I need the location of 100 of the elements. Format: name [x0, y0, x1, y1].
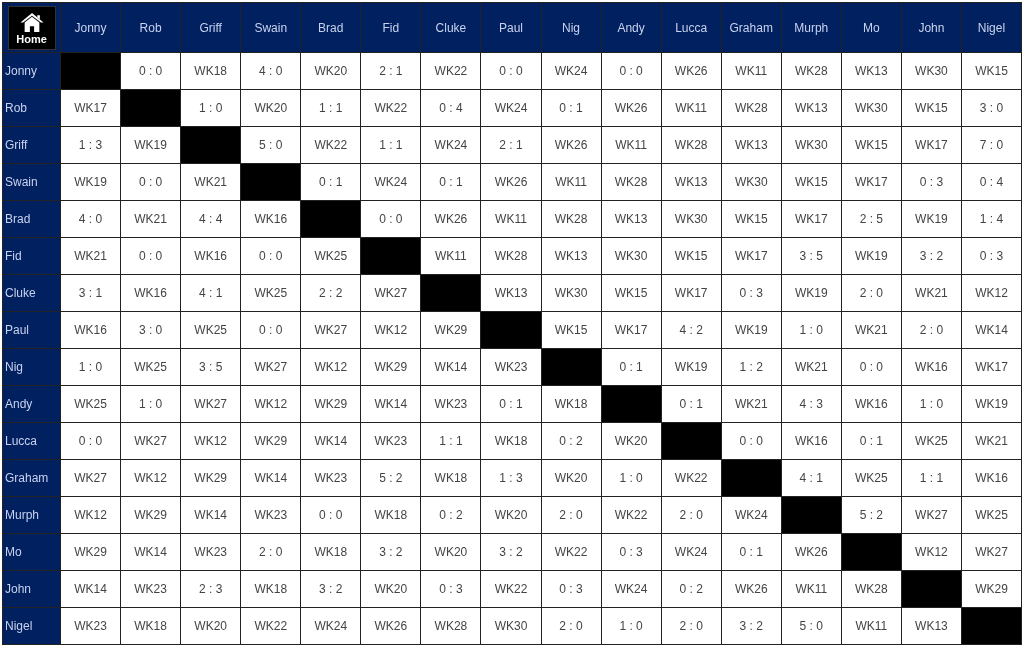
- table-cell: WK27: [60, 459, 121, 497]
- table-cell: WK20: [541, 459, 602, 497]
- blocked-cell: [240, 163, 301, 201]
- table-cell: 2 : 0: [240, 533, 301, 571]
- row-header: Griff: [2, 126, 61, 164]
- table-cell: WK28: [541, 200, 602, 238]
- table-cell: 1 : 3: [60, 126, 121, 164]
- blocked-cell: [360, 237, 421, 275]
- table-cell: WK20: [180, 607, 241, 645]
- table-cell: 3 : 2: [901, 237, 962, 275]
- table-cell: 0 : 0: [120, 237, 181, 275]
- table-cell: 2 : 0: [841, 274, 902, 312]
- table-cell: WK27: [300, 311, 361, 349]
- table-cell: 1 : 1: [901, 459, 962, 497]
- table-cell: WK21: [901, 274, 962, 312]
- table-cell: WK16: [901, 348, 962, 386]
- row-header: Fid: [2, 237, 61, 275]
- table-cell: 2 : 0: [661, 496, 722, 534]
- row-header: John: [2, 570, 61, 608]
- column-header: Swain: [240, 2, 301, 53]
- table-cell: WK26: [721, 570, 782, 608]
- table-cell: WK22: [541, 533, 602, 571]
- table-cell: WK12: [360, 311, 421, 349]
- table-cell: 0 : 0: [120, 163, 181, 201]
- table-cell: WK29: [360, 348, 421, 386]
- table-cell: WK25: [240, 274, 301, 312]
- table-cell: 1 : 1: [420, 422, 481, 460]
- table-cell: 3 : 2: [300, 570, 361, 608]
- table-cell: WK29: [240, 422, 301, 460]
- table-cell: 0 : 3: [601, 533, 662, 571]
- table-cell: 1 : 0: [180, 89, 241, 127]
- table-cell: 0 : 0: [60, 422, 121, 460]
- table-cell: WK28: [480, 237, 541, 275]
- table-cell: WK19: [60, 163, 121, 201]
- table-cell: WK15: [541, 311, 602, 349]
- table-cell: WK24: [420, 126, 481, 164]
- table-cell: 0 : 0: [480, 52, 541, 90]
- table-cell: WK25: [961, 496, 1022, 534]
- row-header: Mo: [2, 533, 61, 571]
- table-cell: WK21: [781, 348, 842, 386]
- table-cell: 2 : 0: [901, 311, 962, 349]
- table-cell: 0 : 4: [961, 163, 1022, 201]
- table-cell: WK30: [721, 163, 782, 201]
- table-cell: 4 : 1: [781, 459, 842, 497]
- table-cell: 2 : 1: [480, 126, 541, 164]
- table-cell: WK30: [901, 52, 962, 90]
- table-cell: 5 : 2: [841, 496, 902, 534]
- table-cell: WK18: [240, 570, 301, 608]
- table-cell: WK18: [180, 52, 241, 90]
- table-cell: 0 : 0: [360, 200, 421, 238]
- table-cell: 7 : 0: [961, 126, 1022, 164]
- table-cell: WK12: [240, 385, 301, 423]
- table-cell: 1 : 0: [120, 385, 181, 423]
- table-cell: WK25: [901, 422, 962, 460]
- table-cell: WK11: [661, 89, 722, 127]
- table-cell: 1 : 4: [961, 200, 1022, 238]
- column-header: Murph: [781, 2, 842, 53]
- table-cell: WK18: [300, 533, 361, 571]
- home-button[interactable]: Home: [7, 5, 56, 50]
- blocked-cell: [420, 274, 481, 312]
- table-cell: WK16: [961, 459, 1022, 497]
- blocked-cell: [480, 311, 541, 349]
- table-cell: WK13: [901, 607, 962, 645]
- table-cell: WK16: [841, 385, 902, 423]
- table-cell: WK25: [120, 348, 181, 386]
- blocked-cell: [901, 570, 962, 608]
- blocked-cell: [120, 89, 181, 127]
- table-cell: 0 : 3: [721, 274, 782, 312]
- table-cell: 0 : 0: [300, 496, 361, 534]
- column-header: John: [901, 2, 962, 53]
- table-cell: WK22: [360, 89, 421, 127]
- table-cell: WK27: [961, 533, 1022, 571]
- table-cell: WK17: [781, 200, 842, 238]
- table-cell: WK20: [420, 533, 481, 571]
- table-cell: WK24: [541, 52, 602, 90]
- blocked-cell: [541, 348, 602, 386]
- table-cell: WK24: [661, 533, 722, 571]
- table-cell: WK24: [360, 163, 421, 201]
- column-header: Nigel: [961, 2, 1022, 53]
- table-cell: WK26: [480, 163, 541, 201]
- row-header: Paul: [2, 311, 61, 349]
- table-cell: WK28: [721, 89, 782, 127]
- table-cell: WK21: [721, 385, 782, 423]
- table-cell: WK23: [360, 422, 421, 460]
- table-cell: 0 : 1: [300, 163, 361, 201]
- table-cell: 4 : 0: [240, 52, 301, 90]
- table-cell: 2 : 3: [180, 570, 241, 608]
- column-header: Lucca: [661, 2, 722, 53]
- table-cell: 0 : 2: [661, 570, 722, 608]
- table-cell: WK17: [961, 348, 1022, 386]
- table-cell: WK13: [781, 89, 842, 127]
- table-cell: WK16: [781, 422, 842, 460]
- table-cell: WK24: [480, 89, 541, 127]
- table-cell: WK30: [841, 89, 902, 127]
- blocked-cell: [60, 52, 121, 90]
- table-cell: 1 : 1: [300, 89, 361, 127]
- table-cell: WK29: [300, 385, 361, 423]
- table-cell: WK12: [300, 348, 361, 386]
- table-cell: 4 : 2: [661, 311, 722, 349]
- table-cell: WK15: [841, 126, 902, 164]
